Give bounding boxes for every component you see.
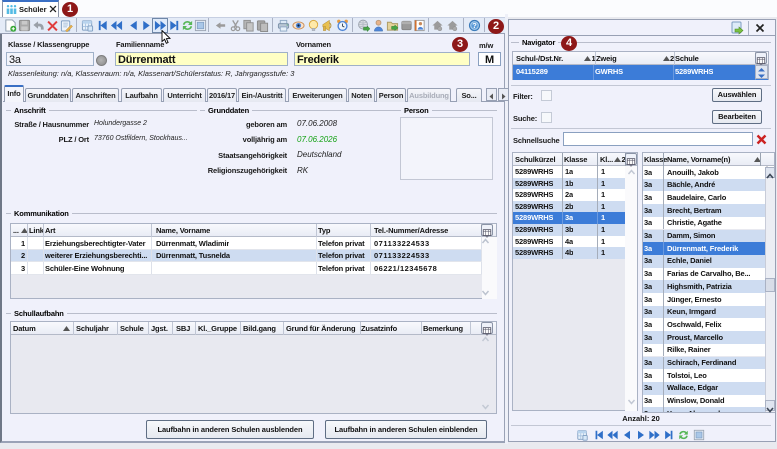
svg-text:?: ? xyxy=(472,21,477,30)
